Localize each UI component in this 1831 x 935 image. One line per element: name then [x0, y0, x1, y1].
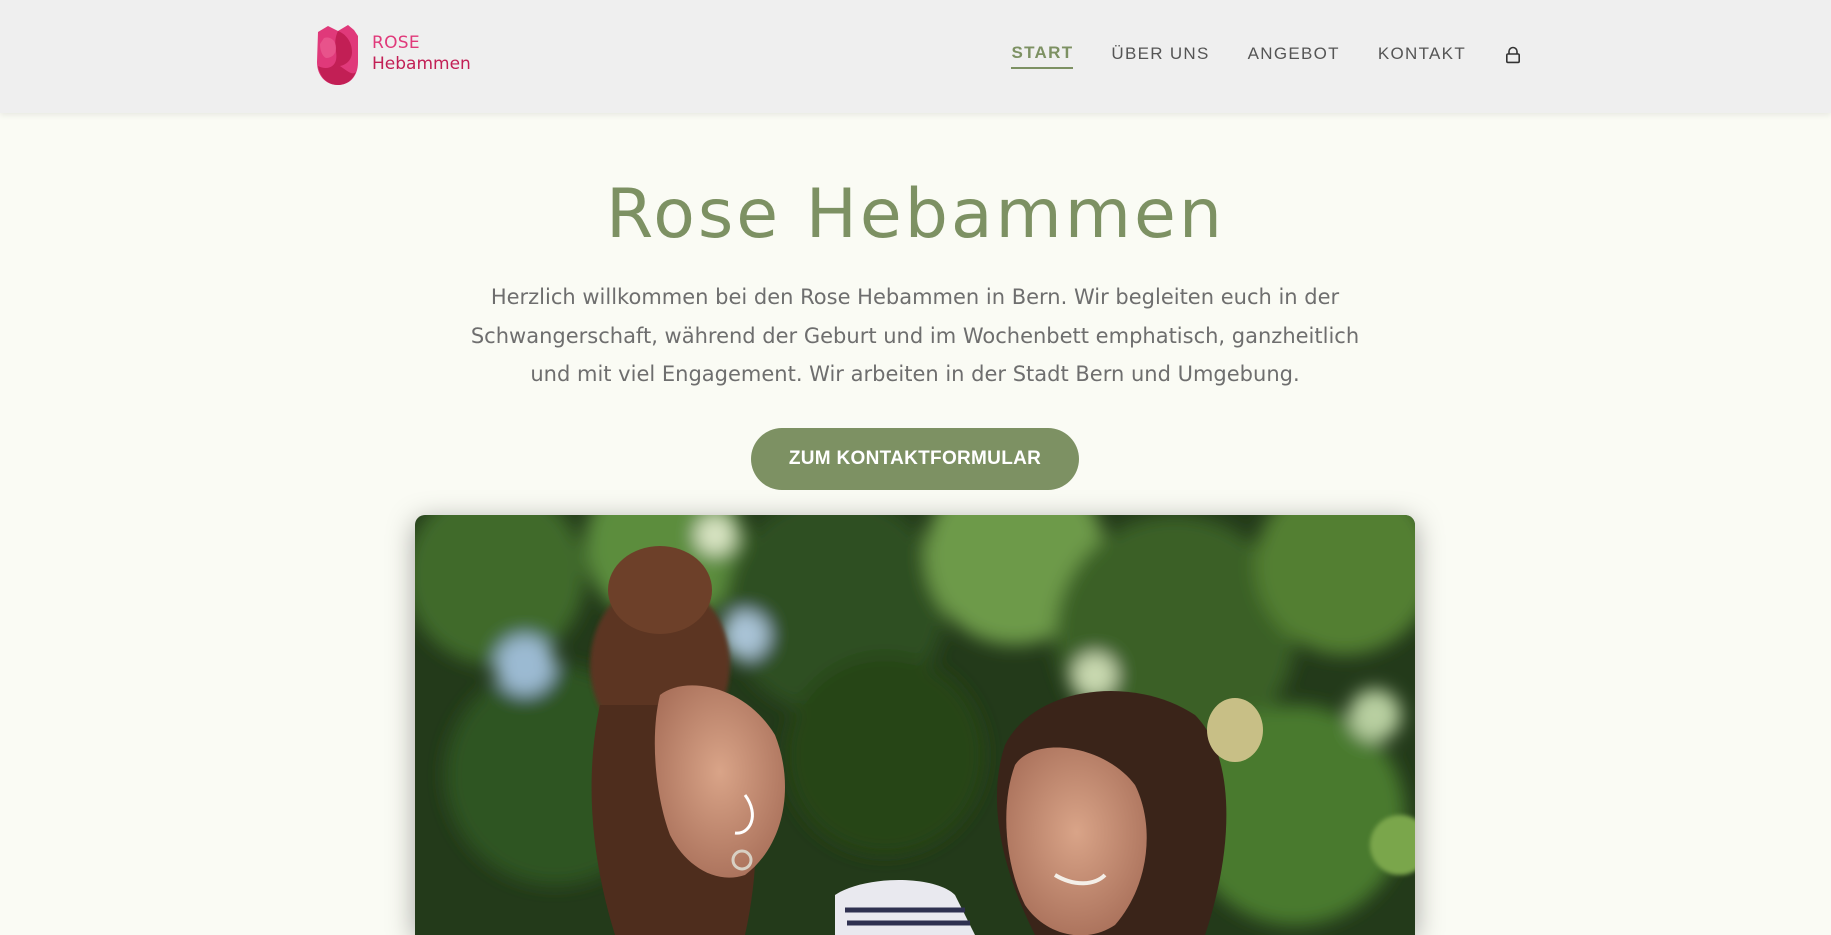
nav-item-kontakt[interactable]: KONTAKT [1378, 43, 1466, 68]
nav-item-angebot[interactable]: ANGEBOT [1248, 43, 1340, 68]
nav-item-ueber-uns[interactable]: ÜBER UNS [1111, 43, 1209, 68]
contact-form-button[interactable]: ZUM KONTAKTFORMULAR [751, 428, 1079, 490]
page-title: Rose Hebammen [606, 175, 1225, 254]
brand-line-rose: ROSE [372, 33, 420, 53]
hero-photo [415, 515, 1415, 935]
nav-item-start[interactable]: START [1011, 42, 1074, 69]
intro-text: Herzlich willkommen bei den Rose Hebamme… [470, 285, 1360, 386]
login-lock-button[interactable] [1504, 44, 1522, 66]
brand-line-hebammen: Hebammen [372, 54, 471, 74]
lock-icon [1505, 46, 1520, 64]
brand-logo[interactable]: ROSE Hebammen [312, 22, 471, 86]
site-header: ROSE Hebammen START ÜBER UNS ANGEBOT KON… [0, 0, 1831, 113]
main-navigation: START ÜBER UNS ANGEBOT KONTAKT [1011, 42, 1522, 69]
brand-name: ROSE Hebammen [372, 33, 471, 75]
rose-logo-icon [317, 25, 358, 85]
midwives-photo-image [415, 515, 1415, 935]
